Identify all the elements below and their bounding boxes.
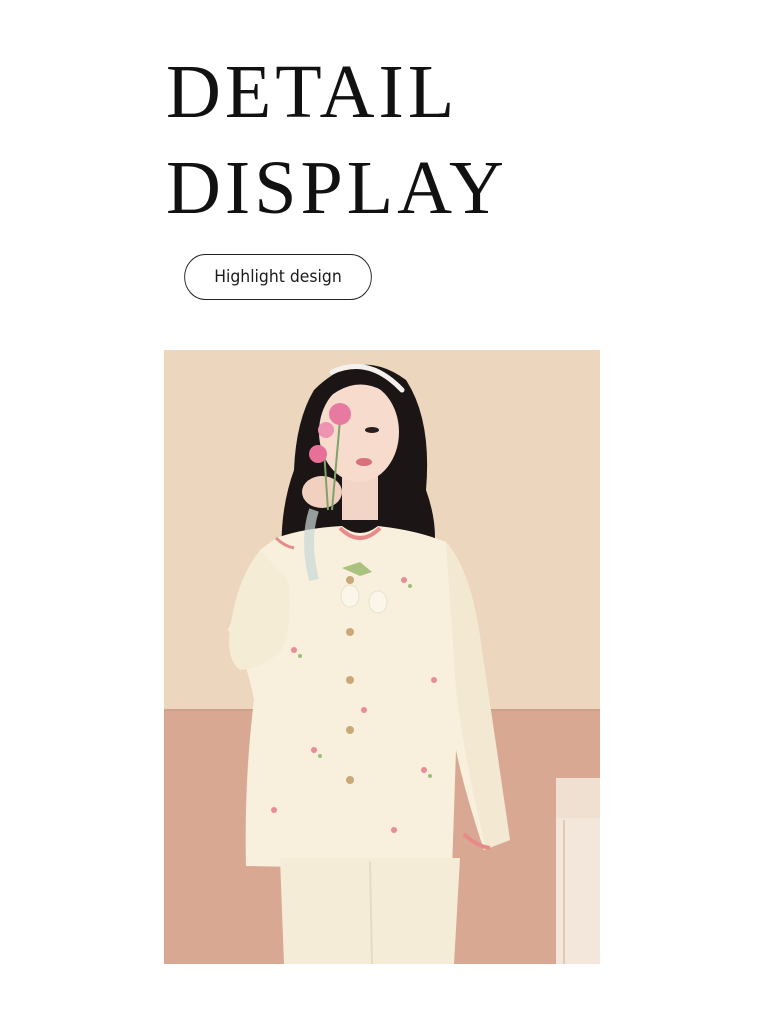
highlight-design-badge: Highlight design [184,254,372,300]
page-title: DETAIL DISPLAY [166,44,508,236]
title-line-1: DETAIL [166,50,459,134]
badge-label: Highlight design [214,267,342,287]
photo-illustration [164,350,600,964]
model-photo [164,350,600,964]
flower-1 [329,403,351,425]
hand [302,476,342,508]
title-line-2: DISPLAY [166,146,508,230]
